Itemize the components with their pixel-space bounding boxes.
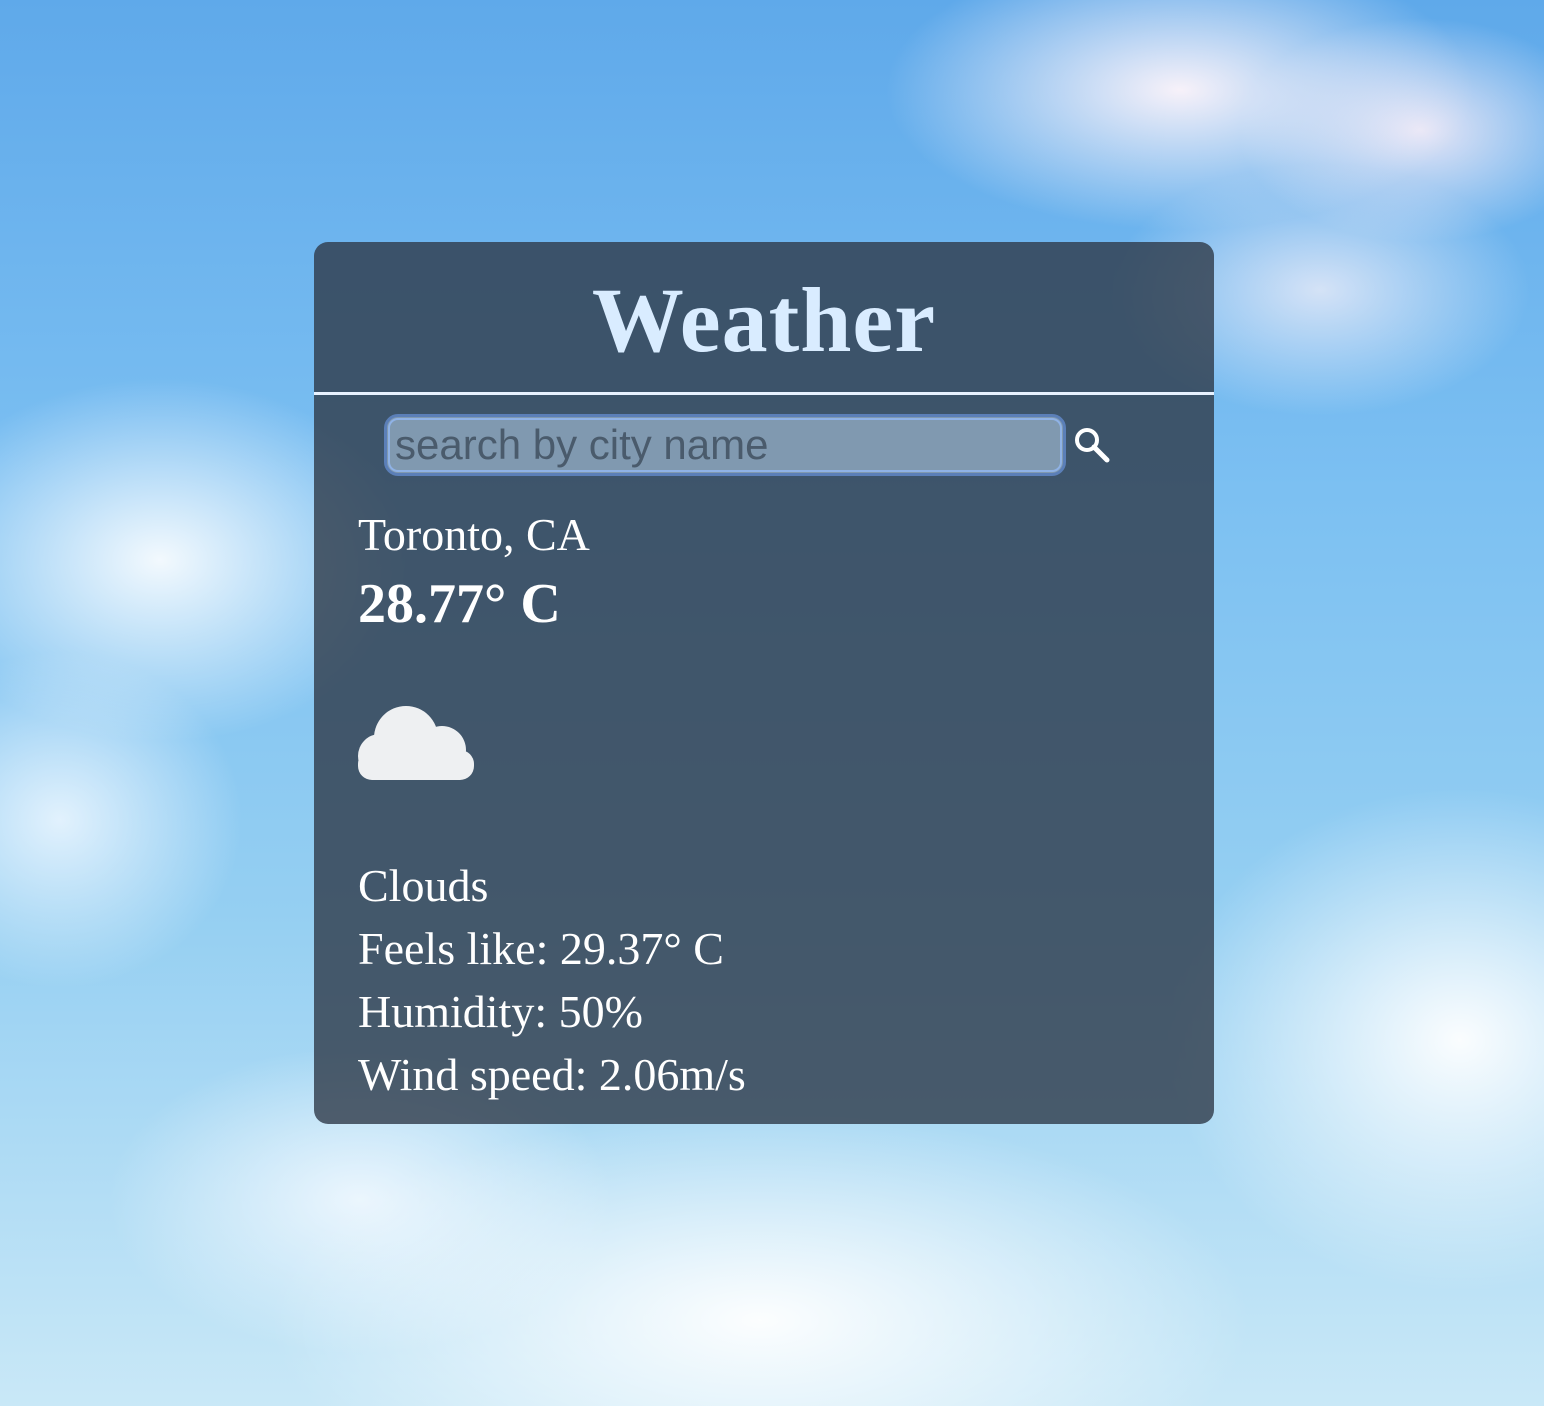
weather-details: Clouds Feels like: 29.37° C Humidity: 50… bbox=[358, 854, 746, 1106]
city-search-input[interactable] bbox=[384, 414, 1066, 476]
card-header: Weather bbox=[314, 242, 1214, 395]
cloud-icon bbox=[358, 706, 474, 780]
app-title: Weather bbox=[591, 269, 937, 371]
weather-description: Clouds bbox=[358, 860, 489, 911]
city-name: Toronto, CA bbox=[358, 509, 590, 560]
wind-speed: Wind speed: 2.06m/s bbox=[358, 1049, 746, 1100]
feels-like: Feels like: 29.37° C bbox=[358, 923, 724, 974]
temperature: 28.77° C bbox=[358, 573, 561, 635]
humidity: Humidity: 50% bbox=[358, 986, 643, 1037]
weather-card: Weather Toronto, CA 28.77° C Clouds Feel… bbox=[314, 242, 1214, 1124]
search-bar bbox=[384, 414, 1116, 476]
search-button[interactable] bbox=[1068, 421, 1116, 469]
search-icon bbox=[1075, 428, 1110, 463]
